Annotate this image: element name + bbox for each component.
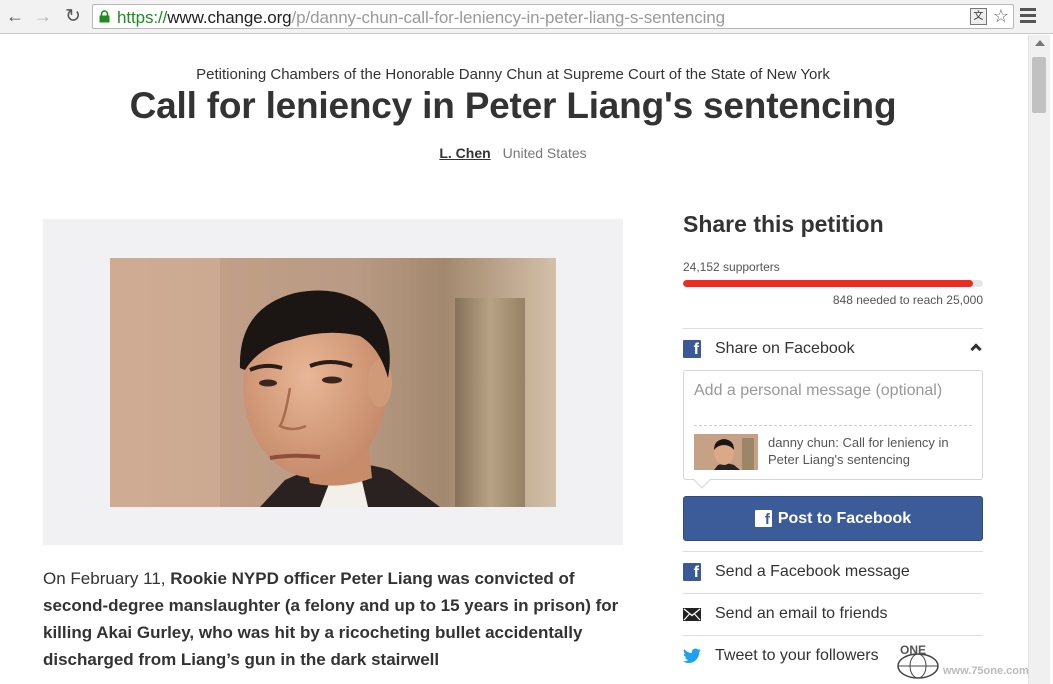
preview-text: danny chun: Call for leniency in Peter L… bbox=[768, 435, 949, 467]
url-path: /p/danny-chun-call-for-leniency-in-peter… bbox=[291, 8, 726, 27]
facebook-icon: f bbox=[683, 563, 701, 581]
signatures-needed: 848 needed to reach 25,000 bbox=[832, 293, 983, 307]
supporter-count: 24,152 supporters bbox=[683, 260, 780, 274]
post-to-facebook-button[interactable]: f Post to Facebook bbox=[683, 496, 983, 541]
facebook-icon: f bbox=[683, 340, 701, 358]
twitter-bird-icon bbox=[683, 648, 701, 664]
watermark-logo-text: ONE bbox=[900, 643, 927, 657]
petition-target: Petitioning Chambers of the Honorable Da… bbox=[196, 66, 830, 83]
lock-icon bbox=[99, 10, 110, 23]
send-email-label: Send an email to friends bbox=[715, 605, 888, 622]
bookmark-star-icon[interactable]: ☆ bbox=[993, 7, 1009, 25]
post-to-facebook-label: Post to Facebook bbox=[777, 509, 912, 527]
browser-toolbar: ← → ↻ https://www.change.org/p/danny-chu… bbox=[0, 0, 1053, 34]
forward-arrow-icon[interactable]: → bbox=[32, 5, 54, 27]
share-on-facebook-toggle[interactable]: f Share on Facebook bbox=[683, 336, 983, 362]
back-arrow-icon[interactable]: ← bbox=[4, 5, 26, 27]
author-link[interactable]: L. Chen bbox=[439, 145, 490, 161]
preview-thumbnail bbox=[694, 434, 758, 470]
divider bbox=[683, 635, 983, 636]
share-on-facebook-label: Share on Facebook bbox=[715, 340, 855, 357]
signature-progress-fill bbox=[683, 280, 973, 287]
reload-icon[interactable]: ↻ bbox=[62, 5, 84, 27]
mail-icon bbox=[683, 607, 701, 621]
byline: L. Chen United States bbox=[0, 145, 1026, 161]
divider bbox=[683, 328, 983, 329]
address-bar[interactable]: https://www.change.org/p/danny-chun-call… bbox=[92, 4, 1014, 29]
signature-progress-bar bbox=[683, 280, 983, 287]
translate-icon[interactable]: 文 bbox=[969, 8, 987, 25]
chevron-up-icon[interactable] bbox=[970, 343, 982, 355]
url-host: www.change.org bbox=[167, 8, 292, 27]
url-scheme: https:// bbox=[117, 8, 168, 27]
page-title: Call for leniency in Peter Liang's sente… bbox=[129, 85, 897, 126]
petition-media bbox=[43, 219, 623, 545]
site-watermark: ONE www.75one.com bbox=[895, 640, 1045, 680]
divider bbox=[683, 551, 983, 552]
facebook-icon: f bbox=[754, 510, 772, 528]
author-location: United States bbox=[502, 145, 587, 161]
description-lead: On February 11, bbox=[43, 569, 171, 588]
browser-menu-icon[interactable] bbox=[1020, 8, 1036, 24]
send-email-button[interactable]: Send an email to friends bbox=[683, 601, 983, 627]
scroll-thumb[interactable] bbox=[1032, 57, 1046, 113]
url-text: https://www.change.org/p/danny-chun-call… bbox=[117, 8, 725, 27]
watermark-site: www.75one.com bbox=[943, 665, 1029, 677]
divider bbox=[694, 425, 972, 426]
send-facebook-message-label: Send a Facebook message bbox=[715, 563, 910, 580]
personal-message-input[interactable]: Add a personal message (optional) bbox=[694, 382, 942, 400]
page-scrollbar[interactable] bbox=[1028, 35, 1050, 684]
tweet-label: Tweet to your followers bbox=[715, 647, 879, 664]
petition-photo bbox=[110, 258, 556, 507]
scroll-up-arrow-icon[interactable] bbox=[1035, 40, 1045, 46]
share-title: Share this petition bbox=[683, 211, 884, 237]
message-box-pointer bbox=[693, 471, 711, 489]
petition-description: On February 11, Rookie NYPD officer Pete… bbox=[43, 565, 628, 673]
divider bbox=[683, 593, 983, 594]
send-facebook-message-button[interactable]: f Send a Facebook message bbox=[683, 559, 983, 585]
facebook-message-box[interactable]: Add a personal message (optional) danny … bbox=[683, 370, 983, 489]
